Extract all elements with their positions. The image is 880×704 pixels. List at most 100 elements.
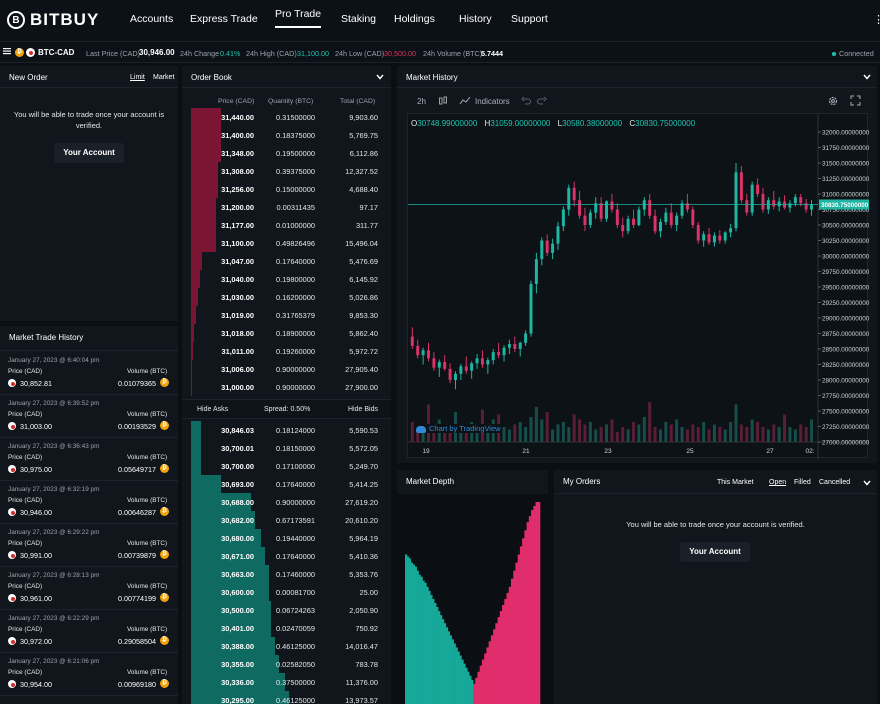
order-book-collapse-icon[interactable]: [376, 73, 384, 82]
ask-depth-step: [508, 586, 512, 704]
row-qty: 0.18375000: [275, 131, 315, 140]
ask-row[interactable]: 31,006.00 0.90000000 27,905.40: [182, 360, 382, 378]
trade-time: January 27, 2023 @ 6:39:52 pm: [8, 400, 100, 407]
y-tick-label: 27000.00000000: [822, 440, 869, 447]
candle-body: [518, 342, 522, 349]
bid-row[interactable]: 30,336.00 0.37500000 11,376.00: [182, 673, 382, 691]
indicators-icon[interactable]: [459, 96, 471, 108]
cad-flag-icon: [8, 508, 16, 516]
volume-bar: [572, 414, 576, 442]
bid-row[interactable]: 30,846.03 0.18124000 5,590.53: [182, 421, 382, 439]
ask-row[interactable]: 31,047.00 0.17640000 5,476.69: [182, 252, 382, 270]
hide-bids-button[interactable]: Hide Bids: [348, 406, 378, 413]
ask-depth-step: [526, 522, 530, 704]
ask-row[interactable]: 31,019.00 0.31765379 9,853.30: [182, 306, 382, 324]
tab-open[interactable]: Open: [769, 479, 786, 486]
bid-row[interactable]: 30,401.00 0.02470059 750.92: [182, 619, 382, 637]
ask-row[interactable]: 31,177.00 0.01000000 311.77: [182, 216, 382, 234]
trade-price: 30,975.00: [20, 465, 52, 474]
bid-row[interactable]: 30,663.00 0.17460000 5,353.76: [182, 565, 382, 583]
interval-selector[interactable]: 2h: [417, 97, 426, 106]
bid-row[interactable]: 30,682.00 0.67173591 20,610.20: [182, 511, 382, 529]
row-total: 5,410.36: [349, 552, 378, 561]
depth-bar: [191, 126, 221, 144]
market-history-header: Market History: [397, 66, 877, 88]
bid-row[interactable]: 30,700.00 0.17100000 5,249.70: [182, 457, 382, 475]
y-tick-label: 31250.00000000: [822, 176, 869, 183]
bid-row[interactable]: 30,671.00 0.17640000 5,410.36: [182, 547, 382, 565]
candle-body: [718, 235, 722, 241]
tab-market[interactable]: Market: [153, 74, 174, 81]
candle-body: [745, 200, 749, 213]
nav-support[interactable]: Support: [511, 13, 548, 25]
redo-icon[interactable]: [537, 96, 547, 108]
ask-depth-step: [495, 623, 498, 704]
bid-row[interactable]: 30,688.00 0.90000000 27,619.20: [182, 493, 382, 511]
market-filter[interactable]: This Market: [717, 479, 754, 486]
nav-staking[interactable]: Staking: [341, 13, 376, 25]
undo-icon[interactable]: [521, 96, 531, 108]
spread-value: Spread: 0.50%: [264, 406, 311, 413]
row-total: 4,688.40: [349, 185, 378, 194]
depth-bar: [191, 252, 202, 270]
nav-accounts[interactable]: Accounts: [130, 13, 173, 25]
bid-row[interactable]: 30,295.00 0.46125000 13,973.57: [182, 691, 382, 704]
nav-express-trade[interactable]: Express Trade: [190, 13, 258, 25]
brand-logo[interactable]: B BITBUY: [7, 10, 99, 30]
volume-bar: [691, 424, 695, 442]
pair-selector[interactable]: BTC-CAD: [38, 48, 74, 57]
nav-pro-trade[interactable]: Pro Trade: [275, 8, 322, 28]
ask-row[interactable]: 31,100.00 0.49826496 15,496.04: [182, 234, 382, 252]
bid-row[interactable]: 30,600.00 0.00081700 25.00: [182, 583, 382, 601]
nav-history[interactable]: History: [459, 13, 492, 25]
my-orders-account-button[interactable]: Your Account: [680, 542, 750, 562]
col-qty: Quantity (BTC): [268, 98, 314, 105]
ask-row[interactable]: 31,308.00 0.39375000 12,327.52: [182, 162, 382, 180]
ask-row[interactable]: 31,011.00 0.19260000 5,972.72: [182, 342, 382, 360]
bid-depth-step: [436, 607, 439, 704]
candle-type-icon[interactable]: [438, 96, 448, 108]
candle-body: [615, 209, 619, 225]
tab-filled[interactable]: Filled: [794, 479, 811, 486]
settings-gear-icon[interactable]: [827, 95, 839, 109]
ask-row[interactable]: 31,440.00 0.31500000 9,903.60: [182, 108, 382, 126]
market-history-collapse-icon[interactable]: [863, 73, 871, 82]
bid-depth-step: [408, 558, 412, 704]
cad-flag-icon: [26, 48, 35, 57]
more-menu-icon[interactable]: ⋮: [873, 13, 880, 26]
bid-row[interactable]: 30,388.00 0.46125000 14,016.47: [182, 637, 382, 655]
chart-area[interactable]: 32000.00000000 31750.00000000 31500.000000…: [407, 113, 870, 459]
new-order-panel: New Order Limit Market You will be able …: [0, 66, 178, 321]
ask-row[interactable]: 31,030.00 0.16200000 5,026.86: [182, 288, 382, 306]
bid-row[interactable]: 30,693.00 0.17640000 5,414.25: [182, 475, 382, 493]
bid-row[interactable]: 30,355.00 0.02582050 783.78: [182, 655, 382, 673]
ask-row[interactable]: 31,400.00 0.18375000 5,769.75: [182, 126, 382, 144]
fullscreen-icon[interactable]: [850, 95, 861, 108]
my-orders-collapse-icon[interactable]: [863, 479, 871, 488]
nav-holdings[interactable]: Holdings: [394, 13, 435, 25]
row-qty: 0.46125000: [275, 696, 315, 704]
trade-price: 30,991.00: [20, 551, 52, 560]
tab-cancelled[interactable]: Cancelled: [819, 479, 850, 486]
bid-row[interactable]: 30,500.00 0.06724263 2,050.90: [182, 601, 382, 619]
your-account-button[interactable]: Your Account: [54, 143, 124, 163]
tradingview-watermark[interactable]: Chart by TradingView: [416, 424, 501, 433]
bid-row[interactable]: 30,680.00 0.19440000 5,964.19: [182, 529, 382, 547]
hamburger-icon[interactable]: [3, 47, 11, 57]
row-total: 5,964.19: [349, 534, 378, 543]
trade-history-panel: Market Trade History January 27, 2023 @ …: [0, 326, 178, 704]
candle-body: [648, 200, 652, 216]
ask-row[interactable]: 31,018.00 0.18900000 5,862.40: [182, 324, 382, 342]
ask-row[interactable]: 31,256.00 0.15000000 4,688.40: [182, 180, 382, 198]
bid-row[interactable]: 30,700.01 0.18150000 5,572.05: [182, 439, 382, 457]
ask-row[interactable]: 31,040.00 0.19800000 6,145.92: [182, 270, 382, 288]
ask-row[interactable]: 31,200.00 0.00311435 97.17: [182, 198, 382, 216]
hide-asks-button[interactable]: Hide Asks: [197, 406, 228, 413]
ask-row[interactable]: 31,348.00 0.19500000 6,112.86: [182, 144, 382, 162]
trade-time: January 27, 2023 @ 6:36:43 pm: [8, 443, 100, 450]
indicators-button[interactable]: Indicators: [475, 97, 510, 106]
depth-chart[interactable]: [397, 494, 548, 704]
candlestick-chart[interactable]: 32000.00000000 31750.00000000 31500.000000…: [408, 114, 870, 459]
ask-row[interactable]: 31,000.00 0.90000000 27,900.00: [182, 378, 382, 396]
tab-limit[interactable]: Limit: [130, 74, 145, 81]
